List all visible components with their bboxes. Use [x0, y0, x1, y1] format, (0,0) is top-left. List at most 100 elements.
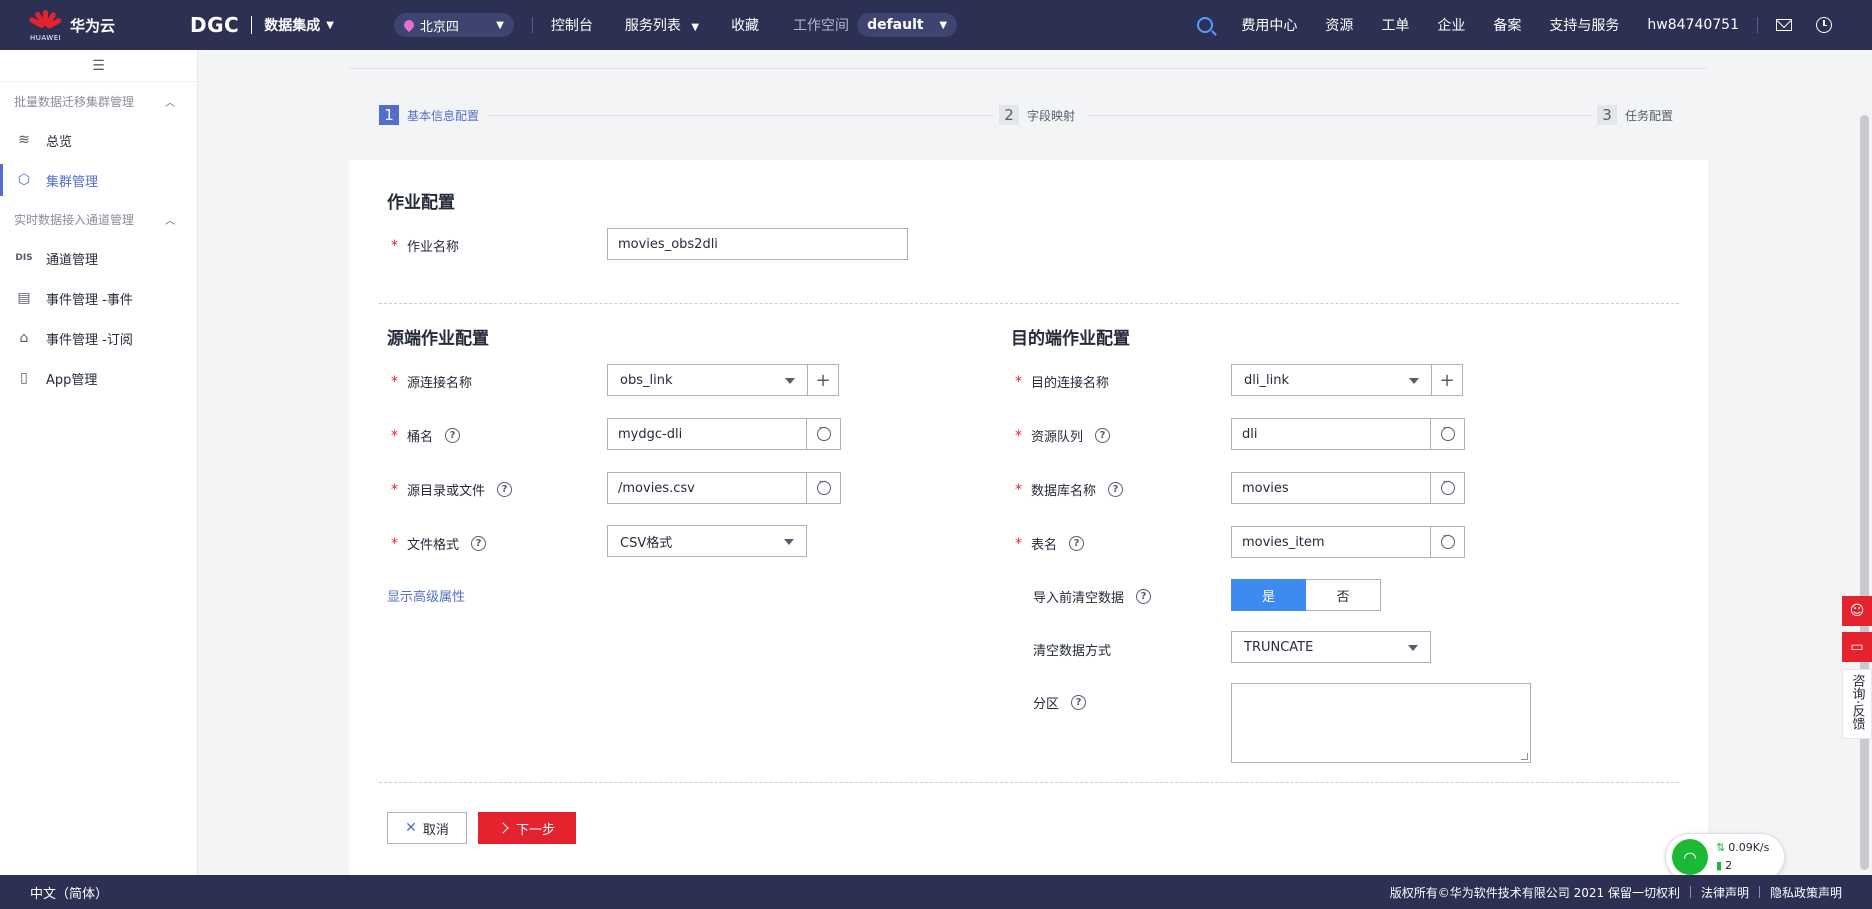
browse-queue-button[interactable]: [1430, 418, 1465, 450]
select-value: TRUNCATE: [1244, 639, 1314, 655]
product-name: DGC: [190, 13, 240, 37]
add-source-link-button[interactable]: +: [807, 364, 839, 396]
menu-collapse-icon[interactable]: ☰: [0, 50, 197, 82]
clear-mode-select[interactable]: TRUNCATE: [1231, 631, 1431, 663]
nav-separator: [1757, 17, 1758, 33]
nav-support[interactable]: 支持与服务: [1549, 15, 1619, 35]
workspace-selector[interactable]: default ▼: [857, 13, 958, 37]
help-icon[interactable]: ?: [497, 482, 513, 497]
wizard-steps: 1 基本信息配置 2 字段映射 3 任务配置: [379, 105, 1679, 125]
language-selector[interactable]: 中文（简体）: [30, 883, 108, 902]
network-speed-widget[interactable]: ◠ ⇅ 0.09K/s ▮ 2: [1665, 833, 1785, 881]
table-input[interactable]: movies_item: [1231, 526, 1431, 558]
privacy-link[interactable]: 隐私政策声明: [1770, 884, 1842, 901]
more-icon: [816, 477, 831, 495]
sidebar-group-batch[interactable]: 批量数据迁移集群管理 ︿: [0, 82, 197, 120]
job-name-input[interactable]: movies_obs2dli: [607, 228, 908, 260]
clear-before-import-toggle: 是 否: [1231, 579, 1381, 611]
chevron-up-icon: ︿: [165, 97, 175, 109]
browse-bucket-button[interactable]: [806, 418, 841, 450]
nav-billing[interactable]: 费用中心: [1241, 15, 1297, 35]
queue-input[interactable]: dli: [1231, 418, 1431, 450]
clear-no-option[interactable]: 否: [1306, 579, 1381, 611]
browse-path-button[interactable]: [806, 472, 841, 504]
logo-sub-text: HUAWEI: [30, 34, 62, 42]
source-path-input[interactable]: /movies.csv: [607, 472, 807, 504]
help-icon[interactable]: ?: [1071, 695, 1087, 710]
nav-console[interactable]: 控制台: [551, 15, 593, 35]
nav-icp[interactable]: 备案: [1493, 15, 1521, 35]
network-info: ⇅ 0.09K/s ▮ 2: [1716, 839, 1769, 875]
location-pin-icon: [401, 17, 416, 33]
clock-icon[interactable]: [1816, 17, 1832, 33]
nav-enterprise[interactable]: 企业: [1437, 15, 1465, 35]
label-text: 清空数据方式: [1033, 644, 1112, 659]
partition-label: 分区?: [1033, 693, 1087, 712]
partition-textarea[interactable]: [1231, 683, 1531, 763]
clear-mode-label: 清空数据方式: [1033, 640, 1111, 659]
sidebar-item-app[interactable]: ▯ App管理: [0, 358, 197, 398]
select-value: dli_link: [1244, 372, 1289, 388]
region-selector[interactable]: 北京四 ▼: [393, 13, 514, 37]
help-icon[interactable]: ?: [445, 428, 461, 443]
footer: 中文（简体） 版权所有©华为软件技术有限公司 2021 保留一切权利 法律声明 …: [0, 875, 1872, 909]
nav-tickets[interactable]: 工单: [1381, 15, 1409, 35]
browse-database-button[interactable]: [1430, 472, 1465, 504]
mail-icon[interactable]: [1776, 19, 1792, 31]
database-label: * 数据库名称?: [1015, 480, 1124, 499]
page-scrollbar[interactable]: [1860, 115, 1869, 870]
help-icon[interactable]: ?: [1095, 428, 1111, 443]
source-path-label: * 源目录或文件?: [391, 480, 513, 499]
legal-link[interactable]: 法律声明: [1701, 884, 1749, 901]
button-label: 取消: [422, 822, 449, 838]
section-divider: [379, 303, 1679, 304]
nav-favorites[interactable]: 收藏: [731, 15, 759, 35]
nav-resources[interactable]: 资源: [1325, 15, 1353, 35]
smile-feedback-icon[interactable]: ☺: [1842, 596, 1872, 626]
help-icon[interactable]: ?: [1069, 536, 1085, 551]
search-icon[interactable]: [1197, 17, 1214, 33]
step-label: 基本信息配置: [407, 108, 480, 123]
add-dest-link-button[interactable]: +: [1431, 364, 1463, 396]
message-icon[interactable]: ▭: [1842, 632, 1872, 662]
browse-table-button[interactable]: [1430, 526, 1465, 558]
huawei-cloud-logo[interactable]: HUAWEI 华为云: [28, 8, 138, 42]
file-format-select[interactable]: CSV格式: [607, 525, 807, 557]
help-icon[interactable]: ?: [1136, 589, 1152, 604]
caret-down-icon: ▼: [326, 19, 334, 31]
source-config-title: 源端作业配置: [387, 329, 489, 349]
clear-yes-option[interactable]: 是: [1231, 579, 1306, 611]
sidebar-item-cluster[interactable]: ⬡ 集群管理: [0, 160, 197, 200]
bucket-input[interactable]: mydgc-dli: [607, 418, 807, 450]
nav-user-account[interactable]: hw84740751: [1647, 17, 1739, 33]
sidebar-item-subscribe[interactable]: ⌂ 事件管理 -订阅: [0, 318, 197, 358]
step-number: 2: [999, 105, 1019, 125]
sidebar-item-channel[interactable]: DIS 通道管理: [0, 238, 197, 278]
database-input[interactable]: movies: [1231, 472, 1431, 504]
sidebar-item-event[interactable]: ▤ 事件管理 -事件: [0, 278, 197, 318]
show-advanced-link[interactable]: 显示高级属性: [387, 586, 465, 605]
dest-link-select[interactable]: dli_link: [1231, 364, 1432, 396]
sidebar-item-overview[interactable]: ≋ 总览: [0, 120, 197, 160]
caret-down-icon: [1408, 645, 1418, 651]
caret-down-icon: ▼: [691, 22, 700, 33]
label-text: 作业名称: [407, 240, 460, 255]
more-icon: [1440, 531, 1455, 549]
bucket-label: * 桶名?: [391, 426, 461, 445]
product-switcher[interactable]: DGC 数据集成 ▼: [190, 13, 334, 37]
sidebar-item-label: 事件管理 -事件: [46, 292, 133, 308]
label-text: 源连接名称: [407, 376, 473, 391]
help-icon[interactable]: ?: [471, 536, 487, 551]
consult-feedback-button[interactable]: 咨询·反馈: [1842, 669, 1872, 740]
required-mark: *: [1015, 481, 1022, 498]
help-icon[interactable]: ?: [1108, 482, 1124, 497]
sidebar-group-realtime[interactable]: 实时数据接入通道管理 ︿: [0, 200, 197, 238]
product-divider: [251, 16, 253, 34]
dis-icon: DIS: [15, 253, 33, 263]
source-link-select[interactable]: obs_link: [607, 364, 808, 396]
more-icon: [816, 423, 831, 441]
cancel-button[interactable]: ✕ 取消: [387, 812, 467, 844]
job-form-card: 作业配置 * 作业名称 movies_obs2dli 源端作业配置 * 源连接名称 …: [349, 160, 1708, 875]
next-step-button[interactable]: 下一步: [478, 812, 576, 844]
nav-service-list[interactable]: 服务列表 ▼: [625, 15, 699, 35]
